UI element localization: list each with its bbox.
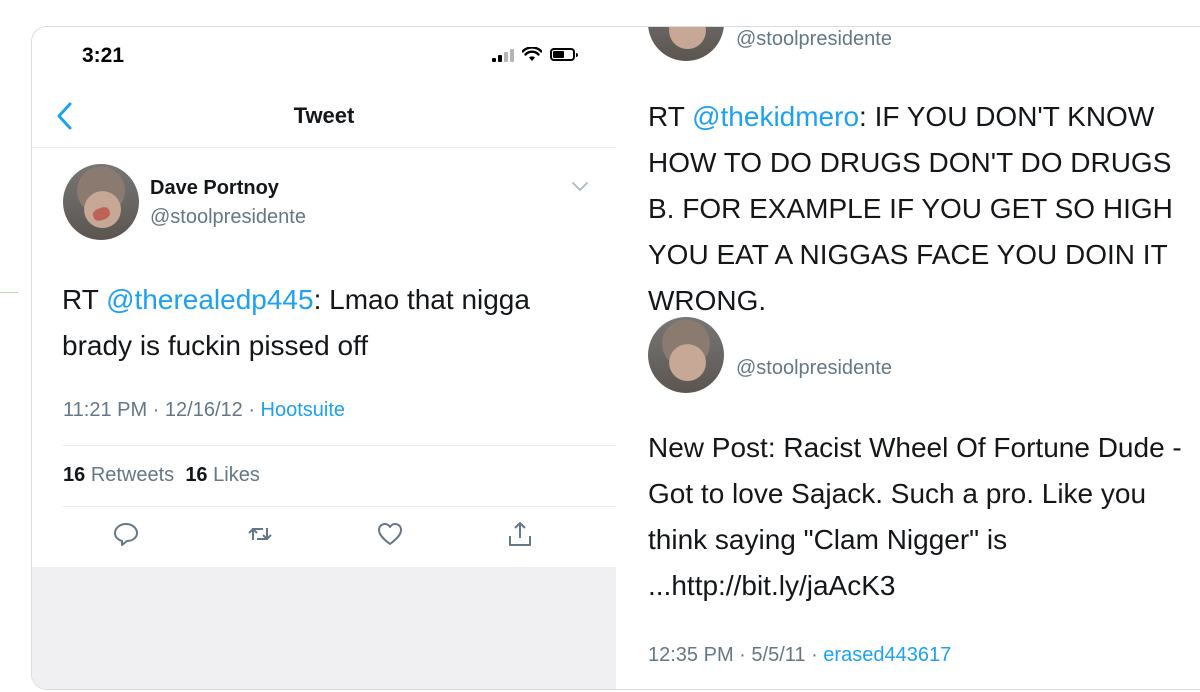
meta-separator: · (805, 644, 824, 666)
tweet-text-prefix: RT (648, 101, 693, 132)
meta-separator: · (242, 399, 261, 421)
avatar[interactable] (648, 317, 724, 393)
retweets-label: Retweets (90, 464, 175, 486)
tweet-meta: 11:21 PM · 12/16/12 · Hootsuite (63, 399, 345, 422)
author-handle[interactable]: @stoolpresidente (736, 28, 892, 51)
tweet-text-body: : IF YOU DON'T KNOW HOW TO DO DRUGS DON'… (648, 101, 1173, 316)
avatar[interactable] (648, 27, 724, 61)
tweet-source-link[interactable]: Hootsuite (261, 399, 346, 421)
tweet-date: 5/5/11 (751, 644, 806, 666)
screenshot-frame: 3:21 Tweet Dave Portnoy @stoolpresidente (31, 26, 1200, 690)
divider (63, 445, 616, 446)
meta-separator: · (733, 644, 752, 666)
retweet-icon (248, 528, 272, 540)
avatar[interactable] (63, 164, 139, 240)
mention-link[interactable]: @thekidmero (692, 101, 859, 132)
tweet-text: New Post: Racist Wheel Of Fortune Dude -… (648, 432, 1182, 601)
tweet-text-prefix: RT (62, 284, 107, 315)
retweet-button[interactable] (246, 520, 274, 548)
reply-button[interactable] (112, 520, 140, 548)
tweet-actions (32, 520, 616, 550)
author-handle[interactable]: @stoolpresidente (736, 357, 892, 380)
older-tweets-panel: @stoolpresidente RT @thekidmero: IF YOU … (616, 27, 1200, 689)
chevron-down-icon (572, 182, 588, 192)
tweet-date: 12/16/12 (164, 399, 243, 421)
tweet-detail-panel: 3:21 Tweet Dave Portnoy @stoolpresidente (32, 27, 616, 689)
tweet-stats: 16 Retweets 16 Likes (63, 464, 260, 487)
author-name[interactable]: Dave Portnoy (150, 177, 279, 200)
signal-icon (492, 48, 514, 62)
share-icon (509, 522, 531, 546)
retweets-count: 16 (63, 464, 86, 486)
like-icon (378, 523, 402, 545)
more-options-button[interactable] (570, 180, 590, 194)
stray-divider (0, 292, 18, 293)
battery-icon (550, 48, 578, 61)
tweet-text: RT @thekidmero: IF YOU DON'T KNOW HOW TO… (648, 94, 1188, 324)
tweet-meta: 12:35 PM · 5/5/11 · erased443617 (648, 644, 951, 667)
tweet-time: 11:21 PM (63, 399, 148, 421)
tweet-time: 12:35 PM (648, 644, 734, 666)
likes-label: Likes (213, 464, 260, 486)
author-handle[interactable]: @stoolpresidente (150, 206, 306, 229)
wifi-icon (522, 47, 542, 61)
retweets-stat[interactable]: 16 Retweets (63, 464, 174, 486)
reply-icon (114, 523, 138, 546)
like-button[interactable] (376, 520, 404, 548)
status-time: 3:21 (82, 44, 125, 67)
divider (63, 506, 616, 507)
nav-bar: Tweet (32, 87, 616, 148)
likes-count: 16 (185, 464, 208, 486)
share-button[interactable] (506, 520, 534, 548)
empty-area (32, 567, 616, 689)
status-icons (492, 47, 578, 62)
tweet-text: RT @therealedp445: Lmao that nigga brady… (62, 277, 602, 369)
tweet-source-link[interactable]: erased443617 (823, 644, 951, 666)
likes-stat[interactable]: 16 Likes (185, 464, 260, 486)
mention-link[interactable]: @therealedp445 (106, 284, 313, 315)
meta-separator: · (147, 399, 165, 421)
page-title: Tweet (293, 103, 355, 128)
